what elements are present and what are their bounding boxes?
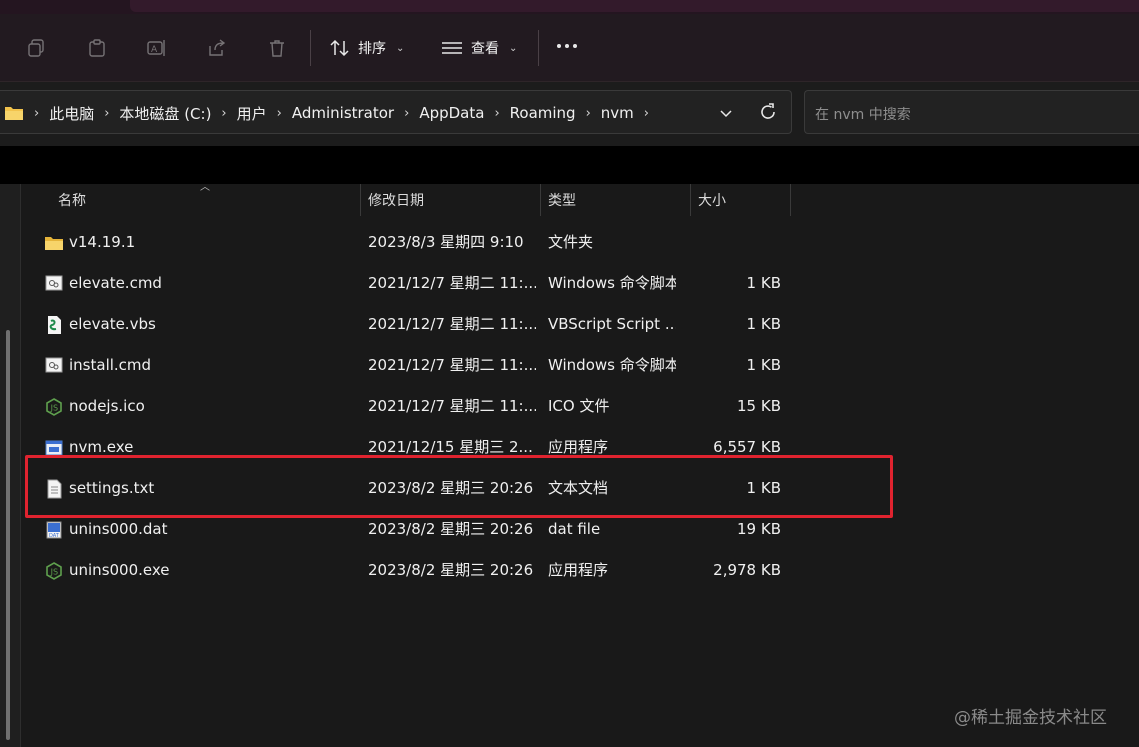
chevron-right-icon[interactable]: › — [400, 106, 413, 121]
search-placeholder: 在 nvm 中搜索 — [815, 107, 911, 123]
breadcrumb-item[interactable]: nvm — [595, 104, 640, 122]
file-name: unins000.exe — [69, 561, 170, 579]
share-icon[interactable] — [205, 36, 229, 60]
cmd-file-icon — [44, 274, 64, 294]
file-name: nodejs.ico — [69, 397, 145, 415]
breadcrumb-item[interactable]: Roaming — [504, 104, 582, 122]
column-divider[interactable] — [790, 184, 791, 216]
toolbar-separator — [538, 30, 539, 66]
highlight-box — [25, 455, 893, 518]
file-type: Windows 命令脚本 — [548, 274, 676, 292]
file-type: ICO 文件 — [548, 397, 610, 415]
address-bar[interactable]: › 此电脑 › 本地磁盘 (C:) › 用户 › Administrator ›… — [0, 90, 792, 134]
sort-label: 排序 — [358, 41, 386, 57]
search-input[interactable]: 在 nvm 中搜索 — [804, 90, 1139, 134]
sort-ascending-icon: ︿ — [200, 182, 210, 193]
table-row[interactable]: elevate.vbs 2021/12/7 星期二 11:... VBScript … — [22, 304, 812, 345]
chevron-down-icon[interactable] — [718, 105, 734, 121]
refresh-icon[interactable] — [757, 101, 779, 123]
breadcrumb-item[interactable]: 用户 — [231, 103, 273, 124]
rename-icon[interactable]: A — [145, 36, 169, 60]
band — [0, 146, 1139, 184]
folder-icon — [5, 107, 23, 120]
column-header-name[interactable]: 名称 — [58, 184, 86, 216]
svg-text:DAT: DAT — [49, 533, 60, 539]
file-name: elevate.cmd — [69, 274, 162, 292]
address-row: › 此电脑 › 本地磁盘 (C:) › 用户 › Administrator ›… — [0, 82, 1139, 146]
table-row[interactable]: JS nodejs.ico 2021/12/7 星期二 11:... ICO 文件 15… — [22, 386, 812, 427]
breadcrumb-item[interactable]: Administrator — [286, 104, 400, 122]
copy-icon[interactable] — [24, 36, 48, 60]
table-row[interactable]: elevate.cmd 2021/12/7 星期二 11:... Windows 命… — [22, 263, 812, 304]
chevron-down-icon: ⌄ — [396, 42, 405, 54]
file-date: 2021/12/7 星期二 11:... — [368, 397, 536, 415]
paste-icon[interactable] — [85, 36, 109, 60]
view-icon — [442, 42, 462, 54]
scrollbar[interactable] — [6, 330, 10, 740]
chevron-right-icon[interactable]: › — [217, 106, 230, 121]
breadcrumb-item[interactable]: AppData — [413, 104, 490, 122]
file-type: Windows 命令脚本 — [548, 356, 676, 374]
title-bar-region — [130, 0, 1139, 12]
file-size: 2,978 KB — [713, 561, 781, 579]
folder-icon — [44, 233, 64, 253]
watermark: @稀土掘金技术社区 — [954, 708, 1107, 728]
table-row[interactable]: v14.19.1 2023/8/3 星期四 9:10 文件夹 — [22, 222, 812, 263]
chevron-right-icon[interactable]: › — [100, 106, 113, 121]
file-name: elevate.vbs — [69, 315, 156, 333]
chevron-right-icon[interactable]: › — [490, 106, 503, 121]
file-name: v14.19.1 — [69, 233, 136, 251]
toolbar-separator — [310, 30, 311, 66]
breadcrumb-item[interactable]: 本地磁盘 (C:) — [113, 103, 217, 124]
file-date: 2021/12/7 星期二 11:... — [368, 274, 536, 292]
sort-icon — [330, 39, 349, 57]
window-top-strip — [0, 0, 1139, 14]
vbs-file-icon — [44, 315, 64, 335]
column-header-size[interactable]: 大小 — [698, 184, 726, 216]
file-date: 2021/12/7 星期二 11:... — [368, 315, 536, 333]
column-divider[interactable] — [360, 184, 361, 216]
file-date: 2021/12/7 星期二 11:... — [368, 356, 536, 374]
navigation-pane[interactable] — [0, 184, 21, 747]
file-date: 2023/8/3 星期四 9:10 — [368, 233, 524, 251]
file-size: 15 KB — [737, 397, 781, 415]
chevron-right-icon[interactable]: › — [640, 106, 653, 121]
table-row[interactable]: install.cmd 2021/12/7 星期二 11:... Windows 命… — [22, 345, 812, 386]
file-name: install.cmd — [69, 356, 152, 374]
dat-file-icon: DAT — [44, 520, 64, 540]
svg-text:JS: JS — [50, 568, 58, 577]
file-type: 应用程序 — [548, 561, 609, 579]
chevron-right-icon[interactable]: › — [582, 106, 595, 121]
file-size — [682, 222, 781, 263]
breadcrumb: › 此电脑 › 本地磁盘 (C:) › 用户 › Administrator ›… — [30, 91, 653, 135]
table-row[interactable]: JS unins000.exe 2023/8/2 星期三 20:26 应用程序 2,97… — [22, 550, 812, 591]
svg-text:JS: JS — [50, 404, 58, 413]
cmd-file-icon — [44, 356, 64, 376]
nodejs-icon: JS — [44, 561, 64, 581]
file-size: 1 KB — [746, 356, 781, 374]
command-bar: A 排序 ⌄ 查看 ⌄ — [0, 14, 1139, 82]
chevron-right-icon[interactable]: › — [273, 106, 286, 121]
column-divider[interactable] — [690, 184, 691, 216]
column-header-row: ︿ 名称 修改日期 类型 大小 — [22, 182, 792, 216]
file-size: 1 KB — [746, 274, 781, 292]
breadcrumb-item[interactable]: 此电脑 — [43, 103, 100, 124]
file-type: 文件夹 — [548, 233, 594, 251]
column-header-type[interactable]: 类型 — [548, 184, 576, 216]
sort-button[interactable]: 排序 ⌄ — [330, 34, 404, 62]
file-size: 1 KB — [746, 315, 781, 333]
column-header-date[interactable]: 修改日期 — [368, 184, 424, 216]
delete-icon[interactable] — [265, 36, 289, 60]
file-date: 2023/8/2 星期三 20:26 — [368, 561, 534, 579]
more-icon[interactable] — [557, 44, 577, 48]
chevron-down-icon: ⌄ — [509, 42, 518, 54]
view-label: 查看 — [471, 41, 499, 57]
file-type: VBScript Script ... — [548, 315, 676, 333]
view-button[interactable]: 查看 ⌄ — [441, 34, 517, 62]
nodejs-icon: JS — [44, 397, 64, 417]
svg-text:A: A — [151, 45, 158, 55]
chevron-right-icon: › — [34, 105, 40, 121]
column-divider[interactable] — [540, 184, 541, 216]
